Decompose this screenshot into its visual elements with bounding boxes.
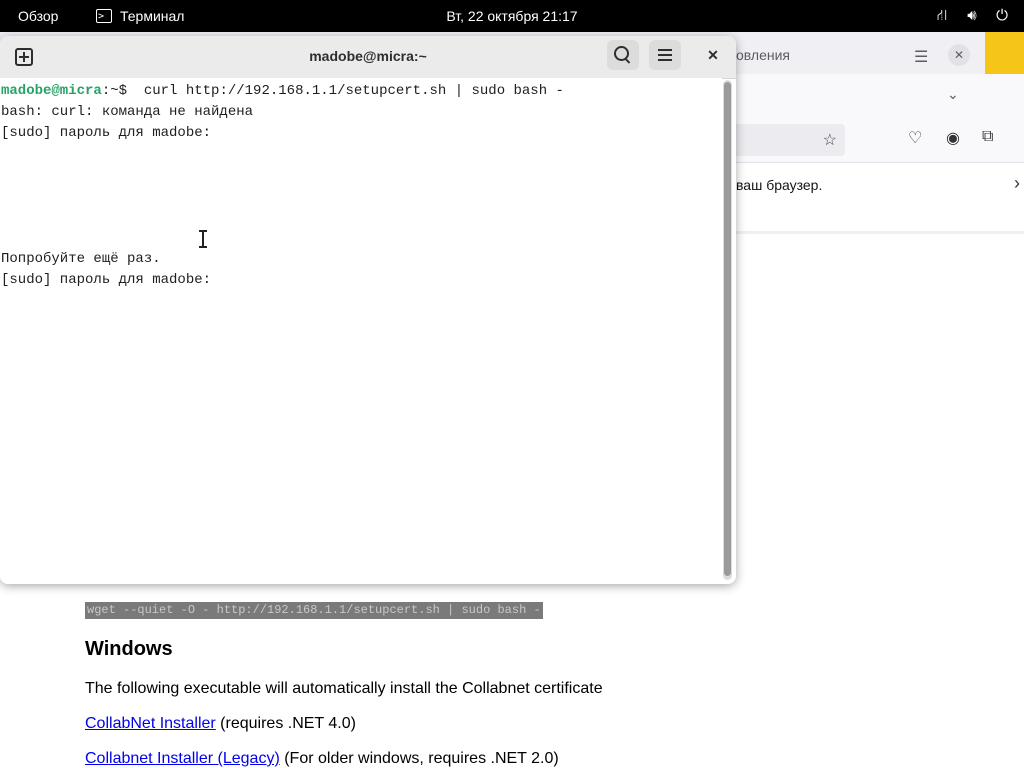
url-bar[interactable]: ☆ bbox=[720, 124, 845, 156]
terminal-headerbar: madobe@micra:~ ✕ bbox=[0, 36, 736, 79]
volume-icon: 🔊︎ bbox=[967, 7, 977, 24]
link-line-1: CollabNet Installer (requires .NET 4.0) bbox=[85, 715, 356, 733]
menu-button[interactable] bbox=[649, 40, 681, 70]
output-line: Попробуйте ещё раз. bbox=[1, 251, 161, 267]
command-line: madobe@micra:~$ curl http://192.168.1.1/… bbox=[1, 81, 564, 102]
selected-code-line[interactable]: wget --quiet -O - http://192.168.1.1/set… bbox=[85, 602, 543, 619]
list-all-tabs-icon[interactable]: ☰ bbox=[914, 47, 928, 67]
terminal-output[interactable]: madobe@micra:~$ curl http://192.168.1.1/… bbox=[0, 78, 722, 584]
clock[interactable]: Вт, 22 октября 21:17 bbox=[0, 0, 1024, 32]
pocket-icon[interactable]: ♡ bbox=[908, 128, 922, 148]
browser-tab[interactable]: овления ☰ ✕ bbox=[700, 36, 985, 74]
section-paragraph: The following executable will automatica… bbox=[85, 680, 603, 697]
prompt-user: madobe@micra bbox=[1, 83, 102, 99]
search-button[interactable] bbox=[607, 40, 639, 70]
prompt-path: :~$ bbox=[101, 83, 136, 99]
collabnet-installer-legacy-link[interactable]: Collabnet Installer (Legacy) bbox=[85, 750, 280, 767]
network-icon: ⛙ bbox=[936, 7, 948, 24]
output-line: [sudo] пароль для madobe: bbox=[1, 125, 212, 141]
output-line: [sudo] пароль для madobe: bbox=[1, 272, 212, 288]
search-icon bbox=[614, 46, 629, 61]
notification-text: ваш браузер. bbox=[736, 177, 823, 193]
section-heading: Windows bbox=[85, 638, 173, 660]
close-icon: ✕ bbox=[707, 46, 719, 63]
link1-suffix: (requires .NET 4.0) bbox=[215, 715, 356, 732]
power-icon: ⏻ bbox=[996, 7, 1008, 24]
browser-tab-yellow[interactable] bbox=[985, 32, 1024, 74]
link2-suffix: (For older windows, requires .NET 2.0) bbox=[279, 750, 559, 767]
close-window-button[interactable]: ✕ bbox=[697, 40, 729, 70]
link-line-2: Collabnet Installer (Legacy) (For older … bbox=[85, 750, 559, 768]
chevron-down-icon[interactable]: ⌄ bbox=[947, 86, 959, 103]
terminal-window: madobe@micra:~ ✕ madobe@micra:~$ curl ht… bbox=[0, 36, 736, 584]
hamburger-menu-icon bbox=[658, 49, 672, 61]
system-status-area[interactable]: ⛙ 🔊︎ ⏻ bbox=[934, 0, 1010, 32]
scrollbar-thumb[interactable] bbox=[724, 82, 731, 576]
account-icon[interactable]: ◉ bbox=[946, 128, 960, 148]
text-cursor-icon bbox=[199, 230, 207, 248]
bookmark-star-icon[interactable]: ☆ bbox=[823, 130, 837, 150]
extensions-icon[interactable]: ⧉ bbox=[982, 128, 993, 146]
command-text: curl http://192.168.1.1/setupcert.sh | s… bbox=[135, 83, 564, 99]
terminal-scrollbar[interactable] bbox=[723, 80, 732, 580]
collabnet-installer-link[interactable]: CollabNet Installer bbox=[85, 715, 216, 732]
output-line: bash: curl: команда не найдена bbox=[1, 104, 254, 120]
top-bar: Обзор Терминал Вт, 22 октября 21:17 ⛙ 🔊︎… bbox=[0, 0, 1024, 33]
browser-tab-title: овления bbox=[736, 47, 790, 63]
close-tab-icon[interactable]: ✕ bbox=[948, 44, 970, 66]
notification-close-icon[interactable]: › bbox=[1014, 173, 1020, 194]
